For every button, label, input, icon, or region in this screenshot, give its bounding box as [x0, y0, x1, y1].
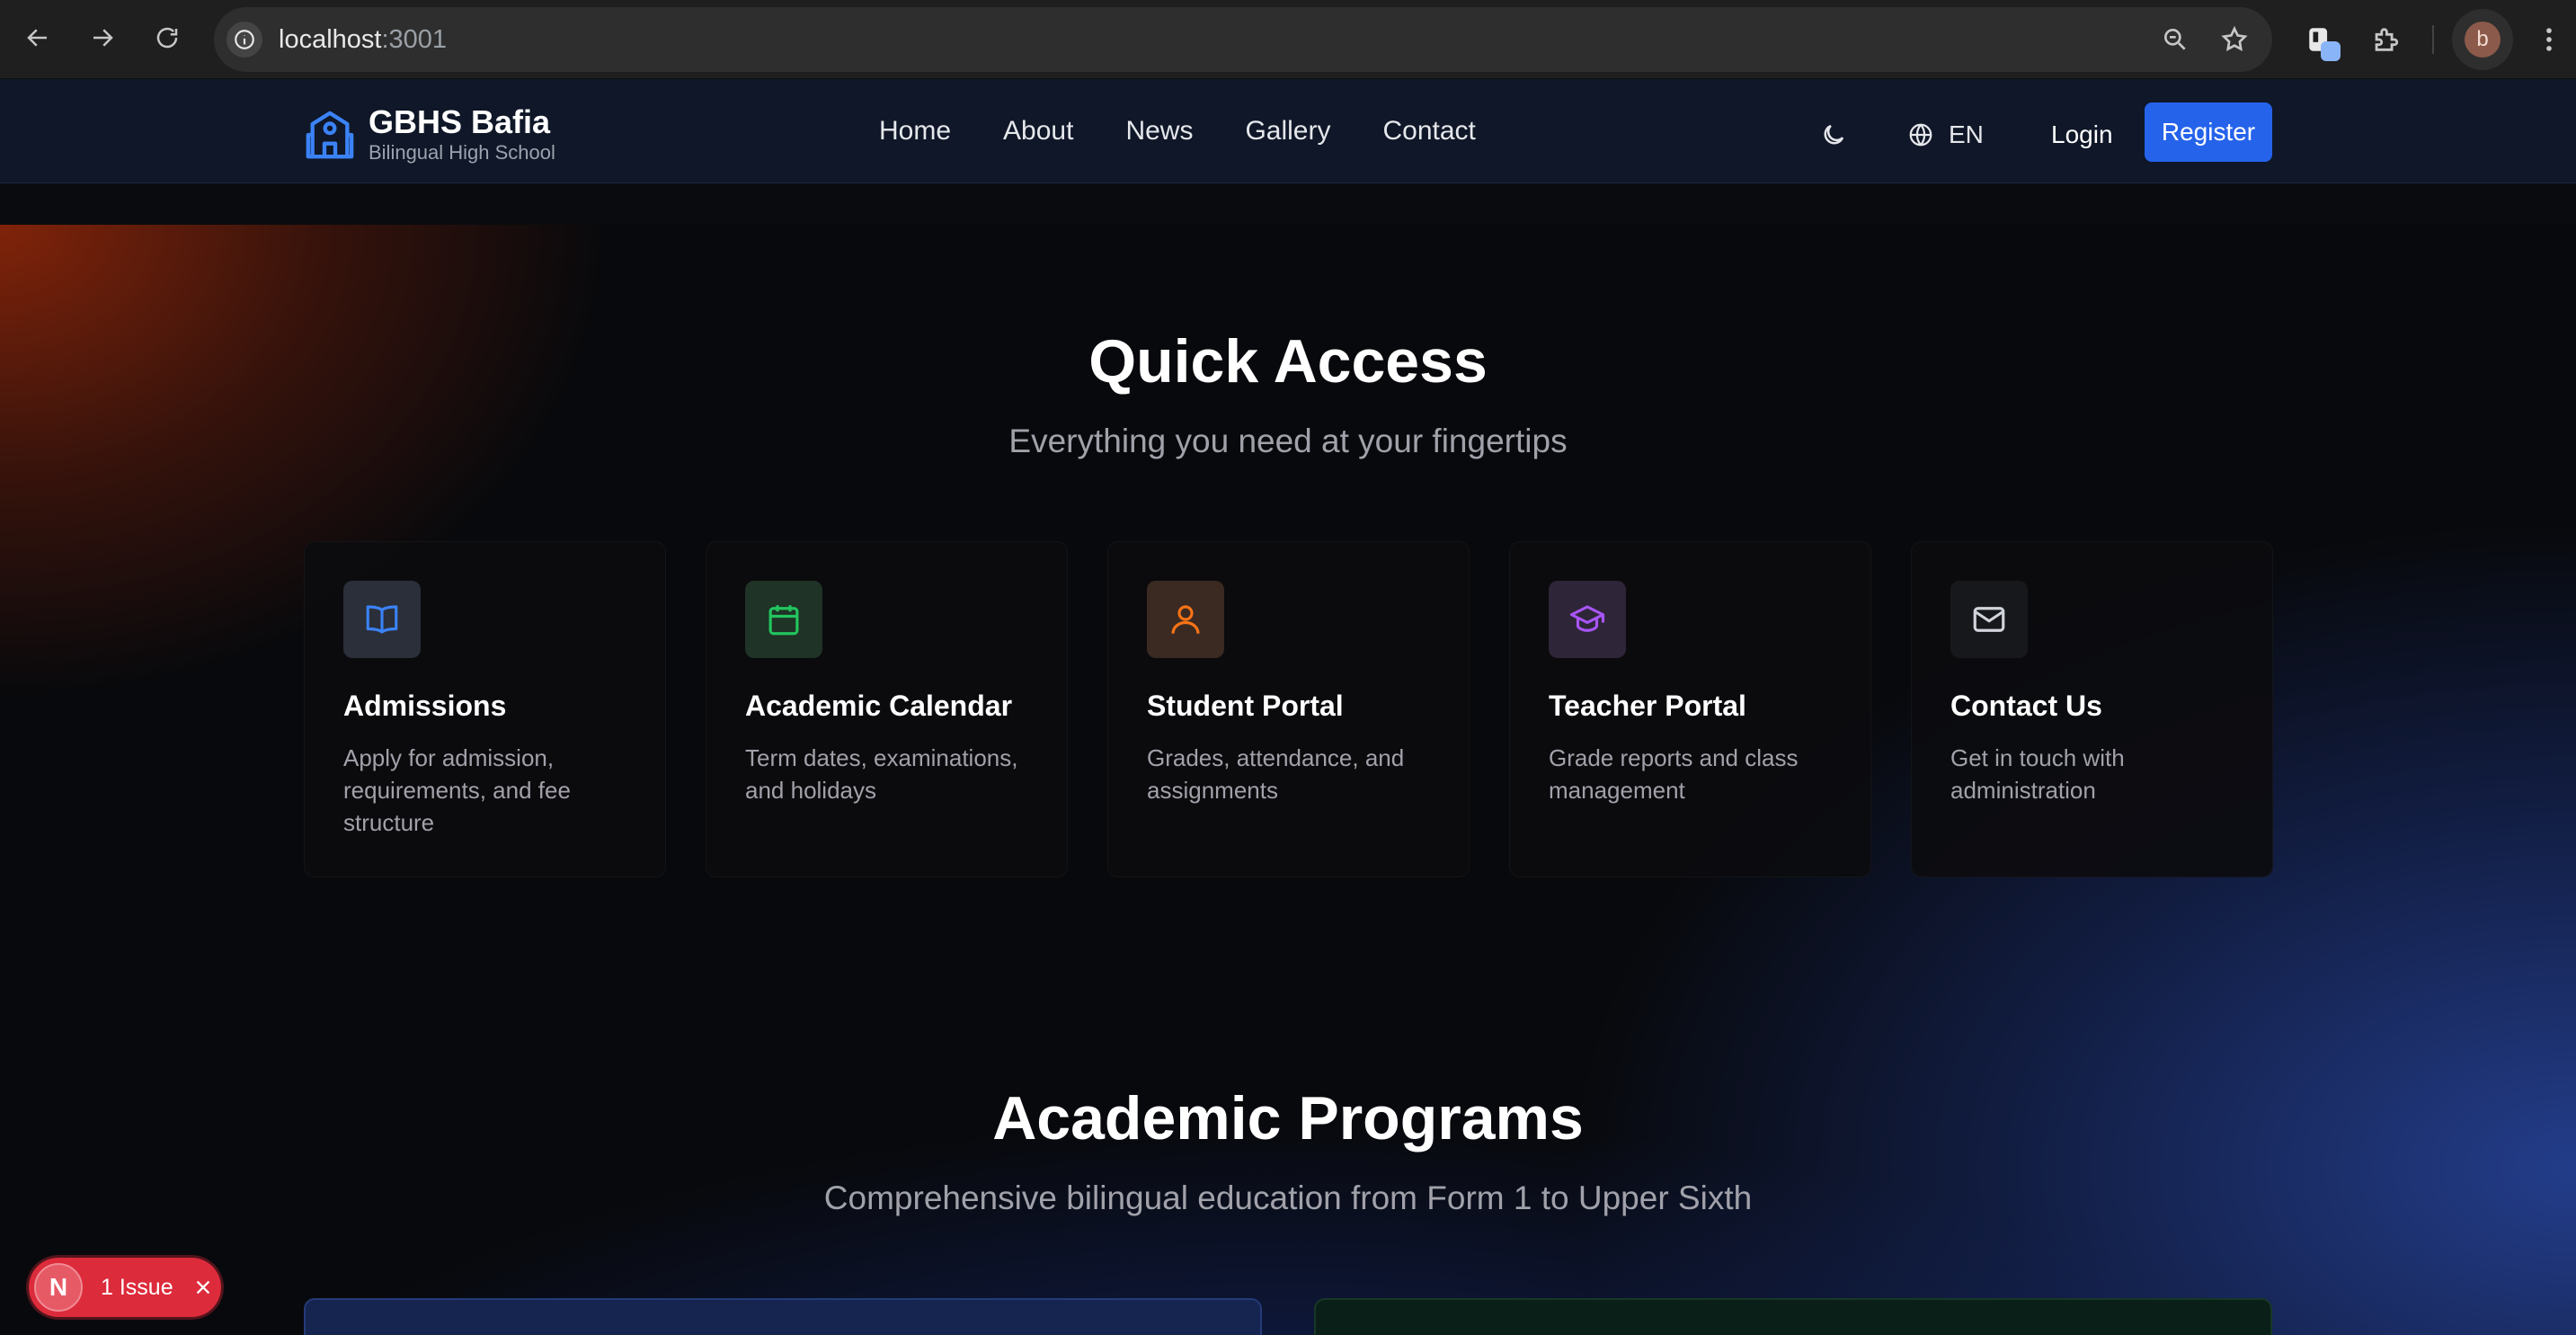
zoom-icon[interactable] — [2155, 20, 2195, 59]
main-nav: Home About News Gallery Contact — [879, 111, 1476, 151]
url-text: localhost:3001 — [279, 24, 448, 54]
profile-button[interactable]: b — [2452, 9, 2513, 70]
header-spacer — [0, 183, 2576, 225]
mail-icon — [1950, 581, 2028, 658]
brand-link[interactable]: GBHS Bafia Bilingual High School — [304, 104, 555, 165]
quick-access-cards: Admissions Apply for admission, requirem… — [304, 541, 2273, 877]
language-switcher[interactable]: EN — [1907, 115, 1984, 155]
language-code: EN — [1949, 120, 1984, 148]
dev-issues-badge[interactable]: N 1 Issue — [29, 1258, 221, 1317]
close-icon[interactable] — [190, 1274, 217, 1301]
card-description: Grade reports and class management — [1549, 744, 1799, 804]
calendar-icon — [745, 581, 822, 658]
card-academic-calendar[interactable]: Academic Calendar Term dates, examinatio… — [706, 541, 1068, 877]
nav-gallery[interactable]: Gallery — [1245, 111, 1330, 151]
card-title: Contact Us — [1950, 690, 2102, 722]
avatar: b — [2465, 22, 2500, 58]
theme-toggle-button[interactable] — [1814, 115, 1853, 155]
nav-home[interactable]: Home — [879, 111, 951, 151]
program-card-francophone[interactable] — [1314, 1298, 2272, 1335]
bookmark-star-icon[interactable] — [2215, 20, 2254, 59]
card-title: Admissions — [343, 690, 507, 722]
forward-button[interactable] — [81, 16, 124, 59]
user-icon — [1147, 581, 1224, 658]
brand-name: GBHS Bafia — [369, 103, 551, 140]
extensions-menu-button[interactable] — [2362, 16, 2409, 63]
card-description: Grades, attendance, and assignments — [1147, 744, 1405, 804]
puzzle-icon — [2375, 28, 2399, 51]
card-admissions[interactable]: Admissions Apply for admission, requirem… — [304, 541, 666, 877]
nav-news[interactable]: News — [1125, 111, 1193, 151]
extension-badge — [2321, 41, 2341, 61]
browser-toolbar: localhost:3001 b — [0, 0, 2576, 79]
address-bar[interactable]: localhost:3001 — [214, 7, 2272, 72]
card-title: Student Portal — [1147, 690, 1344, 722]
card-title: Academic Calendar — [745, 690, 1013, 722]
academic-programs-subtitle: Comprehensive bilingual education from F… — [823, 1179, 1753, 1216]
issue-count: 1 Issue — [101, 1274, 173, 1300]
reload-icon — [156, 27, 178, 49]
card-student-portal[interactable]: Student Portal Grades, attendance, and a… — [1107, 541, 1470, 877]
book-icon — [343, 581, 421, 658]
site-info-icon[interactable] — [227, 22, 262, 58]
program-card-anglophone[interactable] — [304, 1298, 1262, 1335]
moon-icon — [1824, 124, 1844, 145]
toolbar-divider — [2432, 25, 2434, 54]
card-description: Term dates, examinations, and holidays — [745, 744, 1018, 804]
card-description: Get in touch with administration — [1950, 744, 2125, 804]
nextjs-logo: N — [34, 1263, 83, 1312]
quick-access-subtitle: Everything you need at your fingertips — [1008, 423, 1568, 459]
nav-about[interactable]: About — [1003, 111, 1073, 151]
card-title: Teacher Portal — [1549, 690, 1746, 722]
kebab-menu-icon — [2546, 28, 2552, 51]
school-icon — [306, 111, 354, 159]
quick-access-title: Quick Access — [1088, 327, 1488, 396]
reload-button[interactable] — [146, 16, 189, 59]
graduation-cap-icon — [1549, 581, 1626, 658]
card-description: Apply for admission, requirements, and f… — [343, 744, 571, 836]
brand-subtitle: Bilingual High School — [369, 141, 555, 164]
arrow-left-icon — [27, 29, 47, 47]
card-contact-us[interactable]: Contact Us Get in touch with administrat… — [1911, 541, 2273, 877]
browser-menu-button[interactable] — [2526, 16, 2572, 63]
globe-icon — [1909, 123, 1932, 147]
back-button[interactable] — [16, 16, 59, 59]
login-button[interactable]: Login — [2033, 111, 2131, 158]
main-content: Quick Access Everything you need at your… — [0, 225, 2576, 1335]
register-button[interactable]: Register — [2145, 102, 2272, 162]
academic-programs-title: Academic Programs — [992, 1084, 1584, 1153]
extension-button[interactable] — [2297, 16, 2344, 63]
card-teacher-portal[interactable]: Teacher Portal Grade reports and class m… — [1509, 541, 1871, 877]
arrow-right-icon — [93, 29, 113, 47]
nav-contact[interactable]: Contact — [1382, 111, 1475, 151]
